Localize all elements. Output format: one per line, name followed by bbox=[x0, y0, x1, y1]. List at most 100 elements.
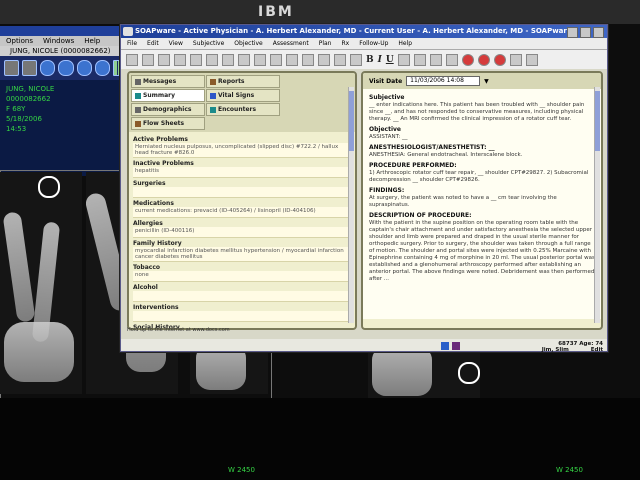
menu-help[interactable]: Help bbox=[398, 38, 412, 49]
note-paragraph[interactable]: __ enter indications here. This patient … bbox=[369, 102, 595, 123]
note-paragraph[interactable]: With the patient in the supine position … bbox=[369, 220, 595, 283]
viewer-menu-options[interactable]: Options bbox=[6, 36, 33, 46]
tab-summary[interactable]: Summary bbox=[131, 89, 205, 102]
section-body[interactable]: hepatitis bbox=[133, 167, 351, 178]
copy-icon[interactable] bbox=[206, 54, 218, 66]
summary-scrollbar[interactable] bbox=[348, 87, 354, 323]
section-body[interactable]: penicillin (ID-400116) bbox=[133, 227, 351, 238]
menu-follow-up[interactable]: Follow-Up bbox=[359, 38, 388, 49]
tab-demographics[interactable]: Demographics bbox=[131, 103, 205, 116]
note-heading: FINDINGS: bbox=[369, 187, 405, 194]
note-paragraph[interactable]: 1) Arthroscopic rotator cuff tear repair… bbox=[369, 170, 595, 184]
undo-icon[interactable] bbox=[238, 54, 250, 66]
align-left-icon[interactable] bbox=[397, 54, 410, 66]
app-logo-icon bbox=[123, 27, 133, 36]
cut-icon[interactable] bbox=[190, 54, 202, 66]
section-body[interactable]: myocardial infarction diabetes mellitus … bbox=[133, 247, 351, 262]
note-heading: ANESTHESIOLOGIST/ANESTHETIST: __ bbox=[369, 144, 495, 151]
visit-date-select[interactable]: 11/03/2006 14:08 bbox=[406, 76, 481, 86]
tab-label: Demographics bbox=[143, 106, 192, 113]
note-scrollbar[interactable] bbox=[594, 87, 600, 323]
tab-vital-signs[interactable]: Vital Signs bbox=[206, 89, 280, 102]
zoom-out-icon[interactable] bbox=[40, 60, 56, 76]
xray-image-hand-1[interactable] bbox=[0, 172, 82, 394]
lock-icon[interactable] bbox=[445, 54, 458, 66]
find-icon[interactable] bbox=[270, 54, 282, 66]
tab-label: Encounters bbox=[218, 106, 257, 113]
spell-icon[interactable] bbox=[286, 54, 298, 66]
tab-flow-sheets[interactable]: Flow Sheets bbox=[131, 117, 205, 130]
viewer-menu-windows[interactable]: Windows bbox=[43, 36, 74, 46]
bold-button[interactable]: B bbox=[366, 55, 374, 65]
summary-sections: Active Problems Herniated nucleus pulposu… bbox=[129, 132, 355, 328]
tab-label: Vital Signs bbox=[218, 92, 255, 99]
redo-icon[interactable] bbox=[254, 54, 266, 66]
menu-edit[interactable]: Edit bbox=[147, 38, 159, 49]
menu-subjective[interactable]: Subjective bbox=[193, 38, 224, 49]
tab-label: Reports bbox=[218, 78, 245, 85]
chevron-down-icon[interactable]: ▼ bbox=[484, 78, 489, 85]
check-icon[interactable] bbox=[525, 54, 538, 66]
tab-encounters[interactable]: Encounters bbox=[206, 103, 280, 116]
patient-info: 68737 Age: 74 Jim, Slim Edit bbox=[542, 341, 603, 353]
back-icon[interactable] bbox=[58, 60, 74, 76]
visit-date-label: Visit Date bbox=[369, 77, 403, 85]
menu-bar: File Edit View Subjective Objective Asse… bbox=[121, 38, 607, 50]
open-icon[interactable] bbox=[142, 54, 154, 66]
link-icon[interactable] bbox=[318, 54, 330, 66]
viewer-menu-help[interactable]: Help bbox=[84, 36, 100, 46]
encounter-note-panel: Visit Date 11/03/2006 14:08 ▼ Subjective… bbox=[361, 71, 603, 330]
image-icon[interactable] bbox=[350, 54, 362, 66]
tab-reports[interactable]: Reports bbox=[206, 75, 280, 88]
minimize-icon[interactable] bbox=[567, 27, 578, 38]
print-icon[interactable] bbox=[174, 54, 186, 66]
note-paragraph[interactable]: At surgery, the patient was noted to hav… bbox=[369, 195, 595, 209]
underline-button[interactable]: U bbox=[386, 55, 394, 65]
section-body[interactable] bbox=[133, 311, 351, 322]
monitor-brand: IBM bbox=[258, 4, 294, 20]
new-icon[interactable] bbox=[126, 54, 138, 66]
close-icon[interactable] bbox=[593, 27, 604, 38]
maximize-icon[interactable] bbox=[580, 27, 591, 38]
record-icon[interactable] bbox=[493, 54, 506, 66]
tab-label: Flow Sheets bbox=[143, 120, 185, 127]
signature-icon[interactable] bbox=[509, 54, 522, 66]
note-paragraph[interactable]: ANESTHESIA: General endotracheal. Inters… bbox=[369, 152, 595, 159]
soapware-window: SOAPware - Active Physician - A. Herbert… bbox=[120, 24, 608, 353]
chart-icon[interactable] bbox=[302, 54, 314, 66]
swatch-blue[interactable] bbox=[441, 342, 449, 350]
alert-icon[interactable] bbox=[461, 54, 474, 66]
play-icon[interactable] bbox=[94, 60, 110, 76]
save-icon[interactable] bbox=[158, 54, 170, 66]
section-title: Inactive Problems bbox=[133, 160, 194, 167]
section-body[interactable]: none bbox=[133, 271, 351, 282]
tab-label: Summary bbox=[143, 92, 176, 99]
stop-icon[interactable] bbox=[477, 54, 490, 66]
italic-button[interactable]: I bbox=[378, 55, 382, 65]
section-body[interactable]: Herniated nucleus pulposus, uncomplicate… bbox=[133, 143, 351, 158]
paste-icon[interactable] bbox=[222, 54, 234, 66]
forward-icon[interactable] bbox=[76, 60, 92, 76]
flowsheet-icon bbox=[135, 120, 141, 127]
close-icon[interactable] bbox=[4, 60, 20, 76]
viewer-meta-line: F 68Y bbox=[6, 105, 26, 113]
menu-objective[interactable]: Objective bbox=[234, 38, 262, 49]
section-body[interactable]: current medications: prevacid (ID-405264… bbox=[133, 207, 351, 218]
swatch-purple[interactable] bbox=[452, 342, 460, 350]
menu-plan[interactable]: Plan bbox=[319, 38, 332, 49]
table-icon[interactable] bbox=[334, 54, 346, 66]
menu-file[interactable]: File bbox=[127, 38, 137, 49]
tab-messages[interactable]: Messages bbox=[131, 75, 205, 88]
note-heading: Objective bbox=[369, 126, 401, 133]
section-body[interactable] bbox=[133, 291, 351, 302]
menu-rx[interactable]: Rx bbox=[341, 38, 349, 49]
save-icon[interactable] bbox=[22, 60, 38, 76]
encounter-note-text[interactable]: Subjective __ enter indications here. Thi… bbox=[363, 89, 601, 319]
menu-assessment[interactable]: Assessment bbox=[273, 38, 309, 49]
align-center-icon[interactable] bbox=[413, 54, 426, 66]
menu-view[interactable]: View bbox=[169, 38, 183, 49]
section-body[interactable] bbox=[133, 187, 351, 198]
align-right-icon[interactable] bbox=[429, 54, 442, 66]
note-paragraph[interactable]: ASSISTANT: __ bbox=[369, 134, 595, 141]
viewer-window-level-left: W 2450 bbox=[228, 466, 255, 474]
